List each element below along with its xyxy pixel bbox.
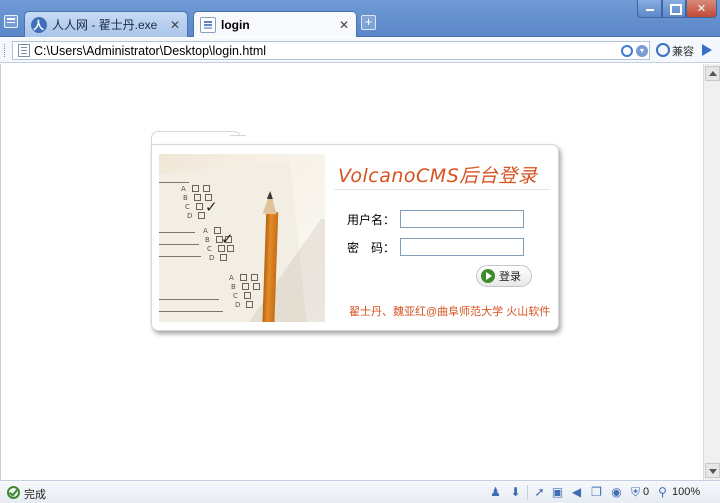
tab-renren[interactable]: 人人网 - 翟士丹.exe ✕ <box>24 11 188 37</box>
scroll-up-icon[interactable] <box>705 66 720 81</box>
address-url[interactable]: C:\Users\Administrator\Desktop\login.htm… <box>34 44 266 58</box>
lock-icon[interactable]: ▣ <box>550 485 565 500</box>
arrow-right-icon <box>481 269 495 283</box>
login-card: A B C D ✓ A B C D ✓ A B C D VolcanoCMS后台… <box>151 144 559 331</box>
compat-mode-icon[interactable] <box>656 43 670 57</box>
compat-mode-label[interactable]: 兼容 <box>672 43 694 59</box>
address-dropdown-icon[interactable]: ▾ <box>636 45 648 57</box>
tab-label: 人人网 - 翟士丹.exe <box>52 18 158 32</box>
login-title: VolcanoCMS后台登录 <box>338 165 538 187</box>
login-panel: A B C D ✓ A B C D ✓ A B C D VolcanoCMS后台… <box>151 131 559 331</box>
vertical-scrollbar[interactable] <box>703 64 720 480</box>
cursor-icon[interactable]: ➚ <box>532 485 547 500</box>
checkmark-icon: ✓ <box>221 230 234 248</box>
speaker-icon[interactable]: ◀ <box>569 485 584 500</box>
password-label: 密 码： <box>347 241 396 255</box>
panel-folder-tab <box>151 131 241 145</box>
zoom-level[interactable]: 100% <box>672 486 700 498</box>
check-circle-icon <box>7 486 20 499</box>
checkmark-icon: ✓ <box>205 198 218 216</box>
credit-text: 翟士丹、魏亚红@曲阜师范大学 火山软件 <box>349 306 551 318</box>
page-viewport: A B C D ✓ A B C D ✓ A B C D VolcanoCMS后台… <box>0 64 703 480</box>
maximize-button[interactable] <box>662 0 686 18</box>
renren-favicon-icon <box>31 16 47 33</box>
new-tab-button[interactable]: + <box>361 15 376 30</box>
person-icon[interactable]: ♟ <box>488 485 503 500</box>
password-input[interactable] <box>400 238 524 256</box>
security-shield-icon[interactable] <box>621 45 633 57</box>
exam-pencil-photo: A B C D ✓ A B C D ✓ A B C D <box>159 154 325 322</box>
address-toolbar: C:\Users\Administrator\Desktop\login.htm… <box>0 38 720 63</box>
login-button-label: 登录 <box>499 271 521 283</box>
window-icon[interactable]: ❐ <box>589 485 604 500</box>
zoom-icon[interactable]: ⚲ <box>655 485 670 500</box>
blocked-count: 0 <box>643 486 650 498</box>
tab-close-icon[interactable]: ✕ <box>167 18 183 32</box>
minimize-button[interactable] <box>637 0 662 18</box>
go-arrow-icon[interactable] <box>702 44 712 56</box>
tab-close-icon[interactable]: ✕ <box>336 18 352 32</box>
close-window-button[interactable] <box>686 0 717 18</box>
download-icon[interactable]: ⬇ <box>508 485 523 500</box>
scroll-down-icon[interactable] <box>705 463 720 478</box>
shield-icon[interactable]: ⛨ <box>628 485 643 500</box>
browser-titlebar: 人人网 - 翟士丹.exe ✕ login ✕ + <box>0 0 720 37</box>
eye-icon[interactable]: ◉ <box>609 485 624 500</box>
page-icon <box>18 44 30 57</box>
toolbar-grip[interactable] <box>4 44 7 57</box>
browser-menu-icon[interactable] <box>4 15 18 28</box>
address-bar[interactable]: C:\Users\Administrator\Desktop\login.htm… <box>12 41 650 60</box>
tab-login[interactable]: login ✕ <box>193 11 357 37</box>
status-text: 完成 <box>24 489 46 501</box>
status-bar: 完成 ♟ ⬇ ➚ ▣ ◀ ❐ ◉ ⛨ 0 ⚲ 100% <box>0 480 720 503</box>
page-favicon-icon <box>200 16 216 33</box>
username-label: 用户名： <box>347 213 396 227</box>
tab-label: login <box>221 17 250 32</box>
title-divider <box>334 189 550 190</box>
username-input[interactable] <box>400 210 524 228</box>
login-button[interactable]: 登录 <box>476 265 532 287</box>
